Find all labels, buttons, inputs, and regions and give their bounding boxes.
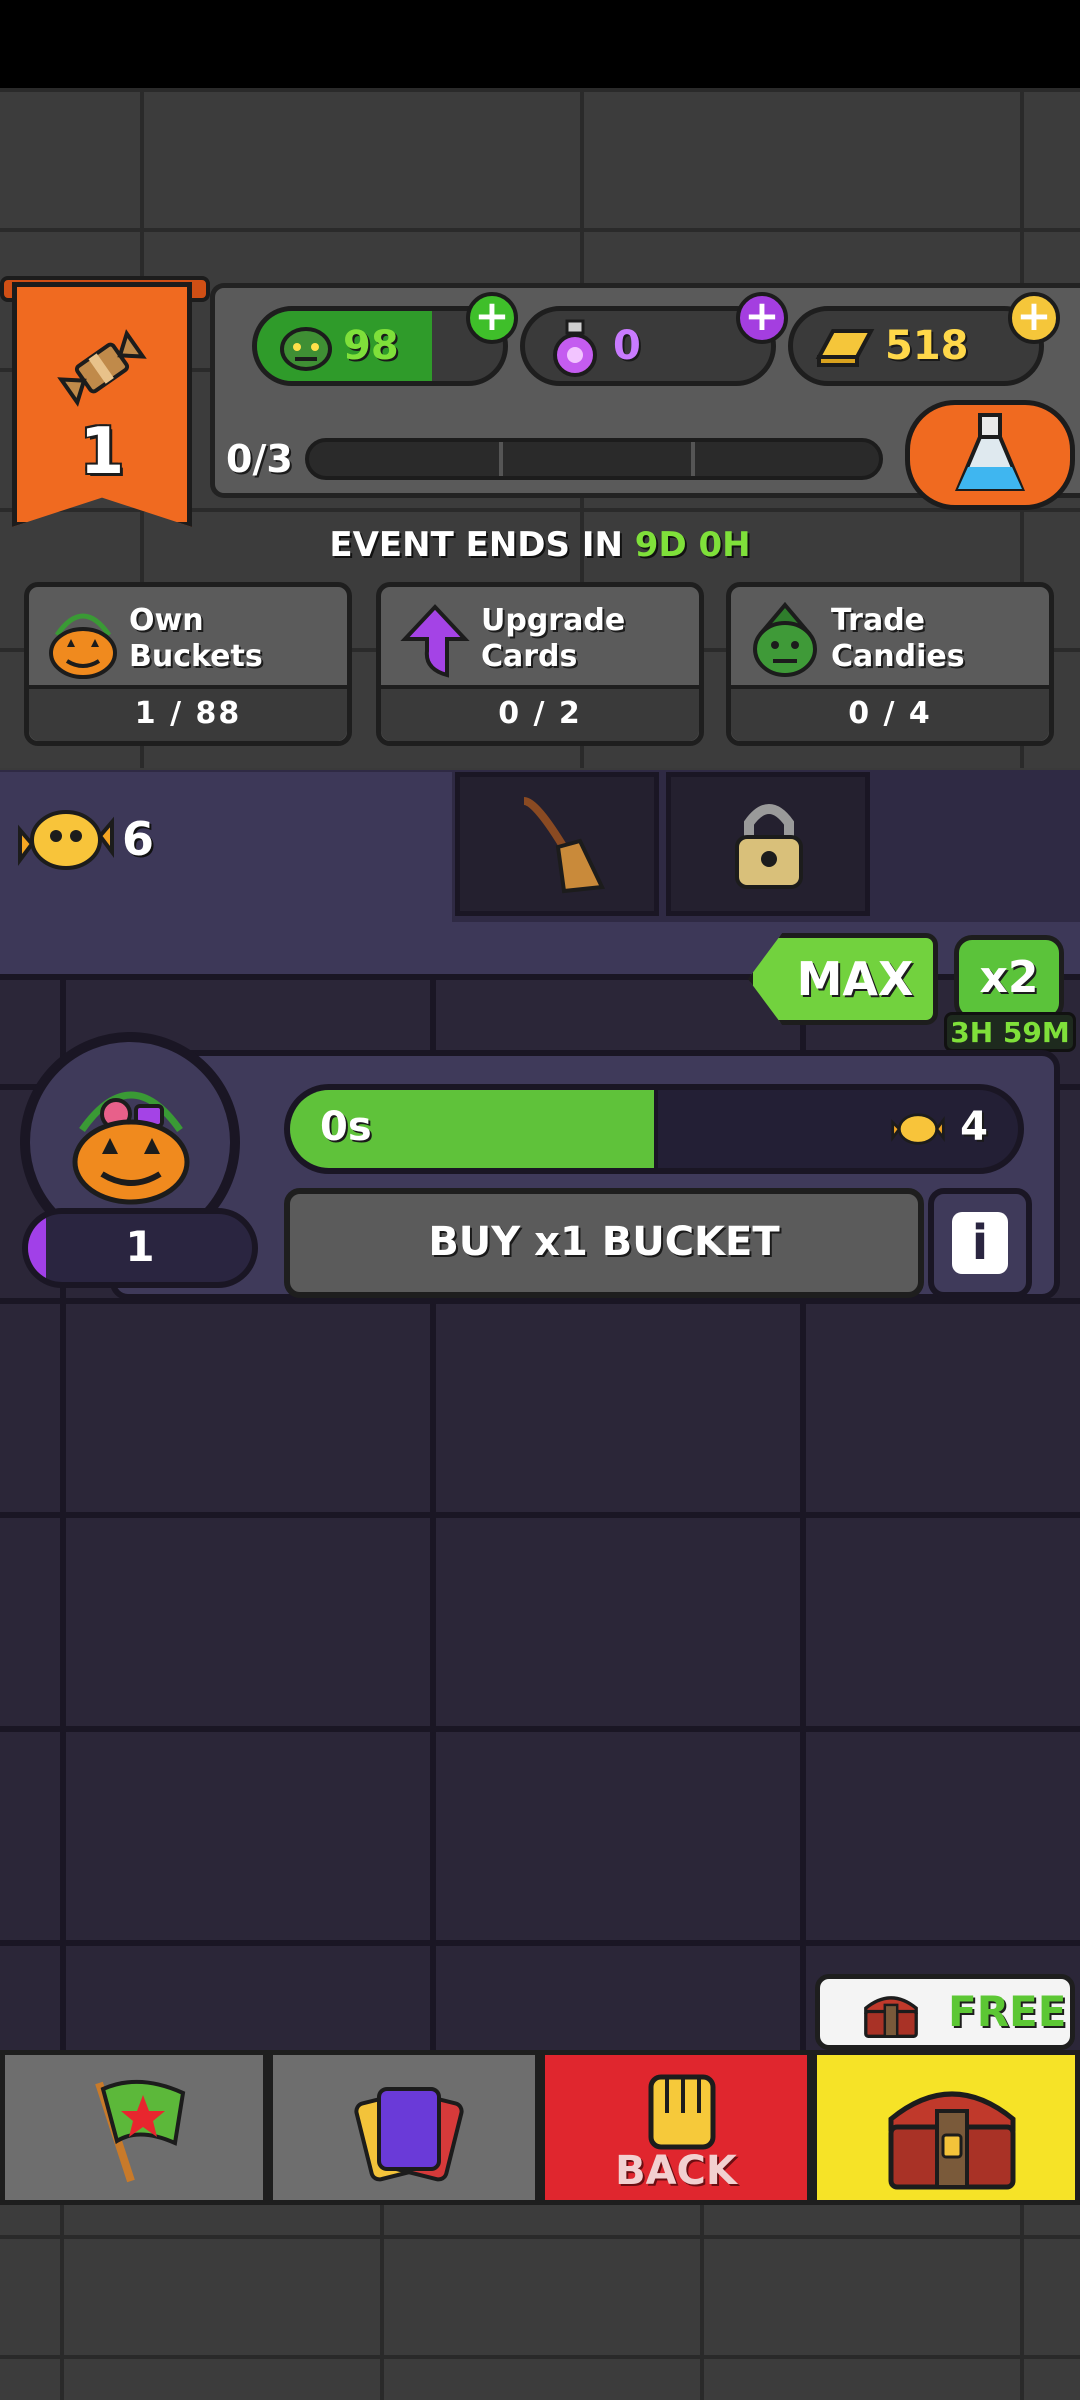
bucket-reward-value: 4	[960, 1104, 988, 1150]
chest-icon	[888, 2091, 1016, 2190]
max-button[interactable]: MAX	[748, 933, 938, 1025]
event-ends-label: EVENT ENDS IN	[329, 525, 623, 565]
small-chest-icon	[864, 1996, 918, 2038]
cards-icon	[354, 2087, 464, 2182]
tab-locked[interactable]	[666, 772, 870, 916]
level-progress-bar	[305, 438, 883, 480]
potion-value: 0	[613, 323, 641, 369]
nav-cards-button[interactable]	[268, 2050, 540, 2205]
add-gold-button[interactable]: +	[1008, 292, 1060, 344]
purple-arrow-icon	[400, 604, 470, 678]
task-label: Own Buckets	[129, 603, 263, 674]
info-button[interactable]: i	[928, 1188, 1032, 1298]
add-goblin-button[interactable]: +	[466, 292, 518, 344]
broom-icon	[523, 797, 606, 894]
fist-icon	[648, 2074, 716, 2150]
x2-boost-button[interactable]: x2	[954, 935, 1064, 1021]
pumpkin-bucket-icon	[72, 1091, 190, 1205]
task-label: Trade Candies	[831, 603, 965, 674]
buy-bucket-button[interactable]: BUY x1 BUCKET	[284, 1188, 924, 1298]
gold-currency[interactable]: 518	[788, 306, 1044, 386]
potion-icon	[553, 319, 597, 377]
bucket-reward: 4	[890, 1104, 988, 1151]
nav-back-button[interactable]: BACK	[540, 2050, 812, 2205]
level-number: 1	[79, 415, 125, 489]
candy-count: 6	[122, 812, 155, 866]
nav-battle-button[interactable]	[0, 2050, 268, 2205]
tab-broom[interactable]	[455, 772, 659, 916]
bottom-wall-background	[0, 2205, 1080, 2400]
event-ends-time: 9D 0H	[634, 525, 751, 565]
level-progress-text: 0/3	[226, 437, 293, 481]
flag-icon	[95, 2079, 186, 2183]
bucket-timer-bar: 0s 4	[284, 1084, 1024, 1174]
bucket-owned-value: 1	[125, 1222, 155, 1271]
bucket-owned-count: 1	[22, 1208, 258, 1288]
task-own-buckets[interactable]: Own Buckets 1 / 88	[24, 582, 352, 746]
add-potion-button[interactable]: +	[736, 292, 788, 344]
gold-value: 518	[885, 323, 969, 369]
task-count: 0 / 4	[731, 685, 1049, 741]
back-label: BACK	[615, 2148, 737, 2194]
bucket-timer-text: 0s	[320, 1104, 372, 1150]
free-chest-tooltip[interactable]: FREE	[815, 1974, 1075, 2050]
lock-icon	[735, 804, 803, 889]
task-count: 1 / 88	[29, 685, 347, 741]
research-badge[interactable]	[905, 400, 1075, 510]
goblin-value: 98	[343, 323, 399, 369]
pumpkin-bucket-icon	[49, 613, 117, 679]
task-label: Upgrade Cards	[481, 603, 626, 674]
status-bar	[0, 0, 1080, 88]
event-countdown: EVENT ENDS IN 9D 0H	[0, 525, 1080, 565]
goblin-icon	[280, 327, 332, 371]
nav-chest-button[interactable]	[812, 2050, 1080, 2205]
flask-icon	[954, 413, 1026, 491]
x2-boost-timer: 3H 59M	[944, 1012, 1076, 1052]
gold-bar-icon	[815, 329, 875, 367]
candy-icon	[57, 329, 147, 407]
goblin-head-icon	[753, 601, 817, 677]
candy-skull-icon	[891, 1113, 945, 1145]
free-label: FREE	[948, 1987, 1067, 2036]
info-icon: i	[952, 1212, 1008, 1274]
task-upgrade-cards[interactable]: Upgrade Cards 0 / 2	[376, 582, 704, 746]
task-trade-candies[interactable]: Trade Candies 0 / 4	[726, 582, 1054, 746]
task-count: 0 / 2	[381, 685, 699, 741]
candy-skull-icon	[18, 810, 114, 870]
